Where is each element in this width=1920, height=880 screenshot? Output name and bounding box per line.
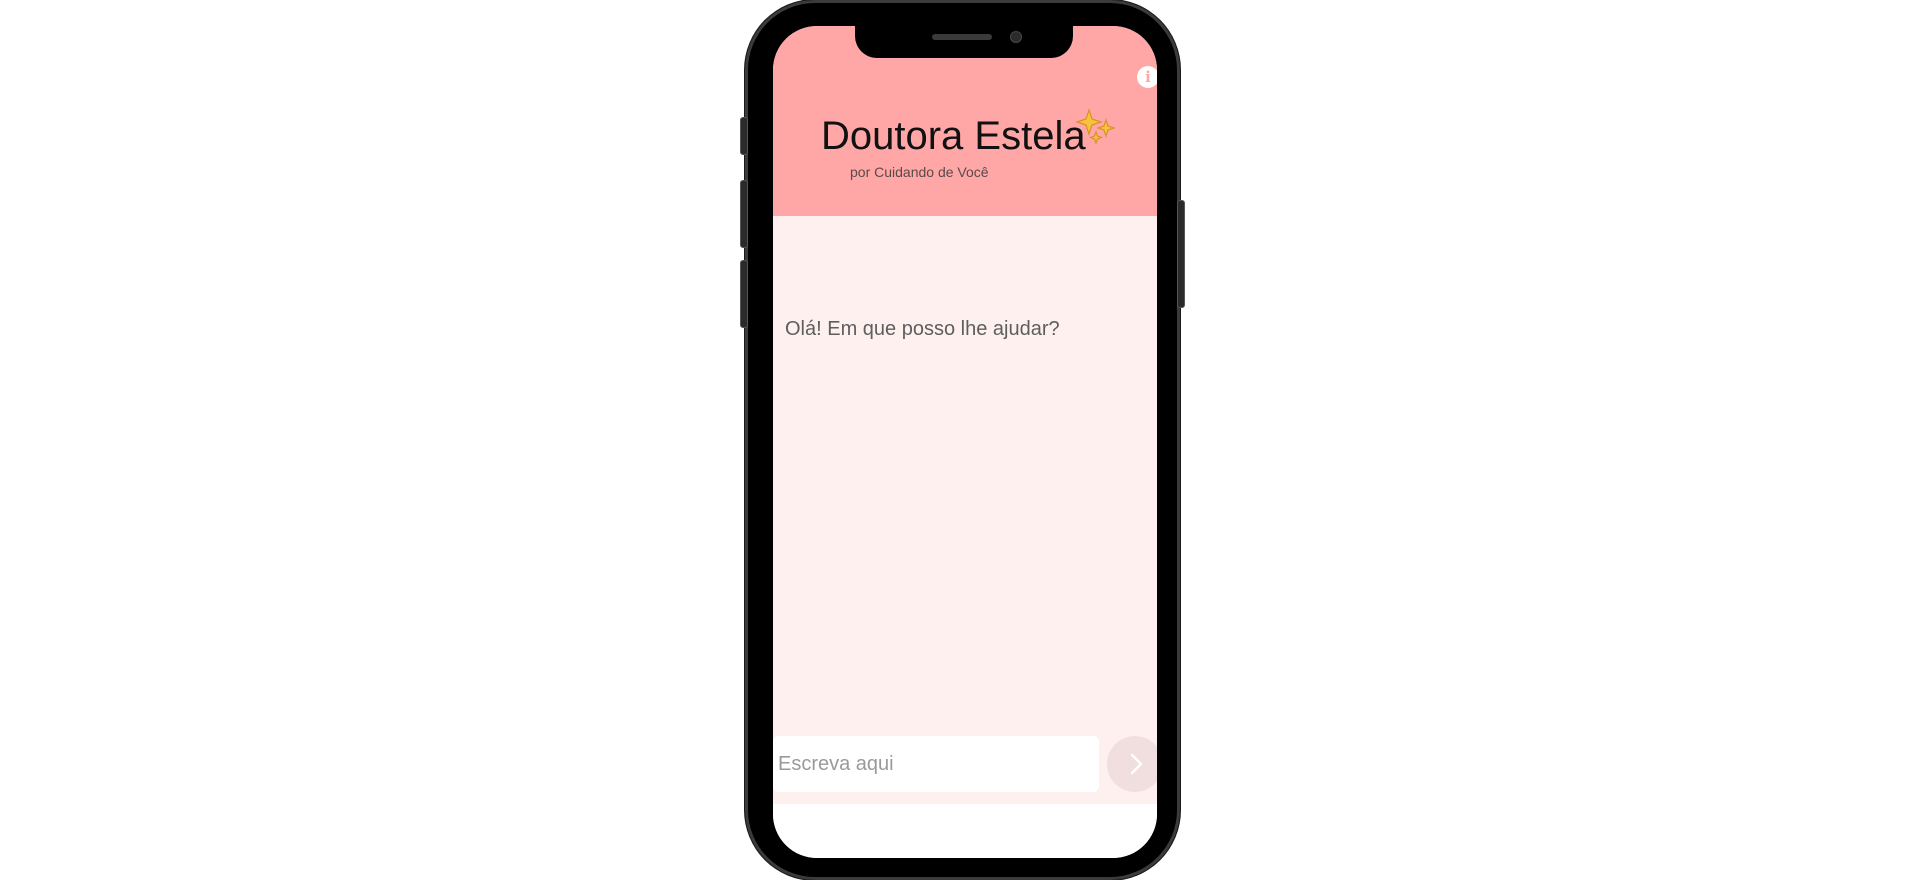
front-camera — [1010, 31, 1022, 43]
mute-switch — [740, 117, 748, 155]
app-subtitle: por Cuidando de Você — [850, 164, 989, 180]
notch — [855, 26, 1073, 58]
bottom-safe-area — [773, 804, 1157, 858]
bot-message: Olá! Em que posso lhe ajudar? — [785, 318, 1060, 340]
send-button[interactable] — [1107, 736, 1157, 792]
sparkles-icon — [1075, 108, 1116, 145]
phone-screen: i Doutora Estela por Cuidando de Você Ol… — [773, 26, 1157, 858]
chevron-right-icon — [1130, 753, 1143, 775]
message-input[interactable] — [773, 736, 1099, 792]
speaker-grille — [932, 34, 992, 40]
volume-up-button — [740, 180, 748, 248]
volume-down-button — [740, 260, 748, 328]
phone-frame: i Doutora Estela por Cuidando de Você Ol… — [740, 0, 1185, 880]
app-title: Doutora Estela — [821, 114, 1086, 158]
chat-area: Olá! Em que posso lhe ajudar? — [773, 216, 1157, 804]
stage: i Doutora Estela por Cuidando de Você Ol… — [0, 0, 1920, 880]
info-icon[interactable]: i — [1137, 66, 1157, 88]
power-button — [1177, 200, 1185, 308]
message-input-wrapper — [773, 736, 1099, 792]
